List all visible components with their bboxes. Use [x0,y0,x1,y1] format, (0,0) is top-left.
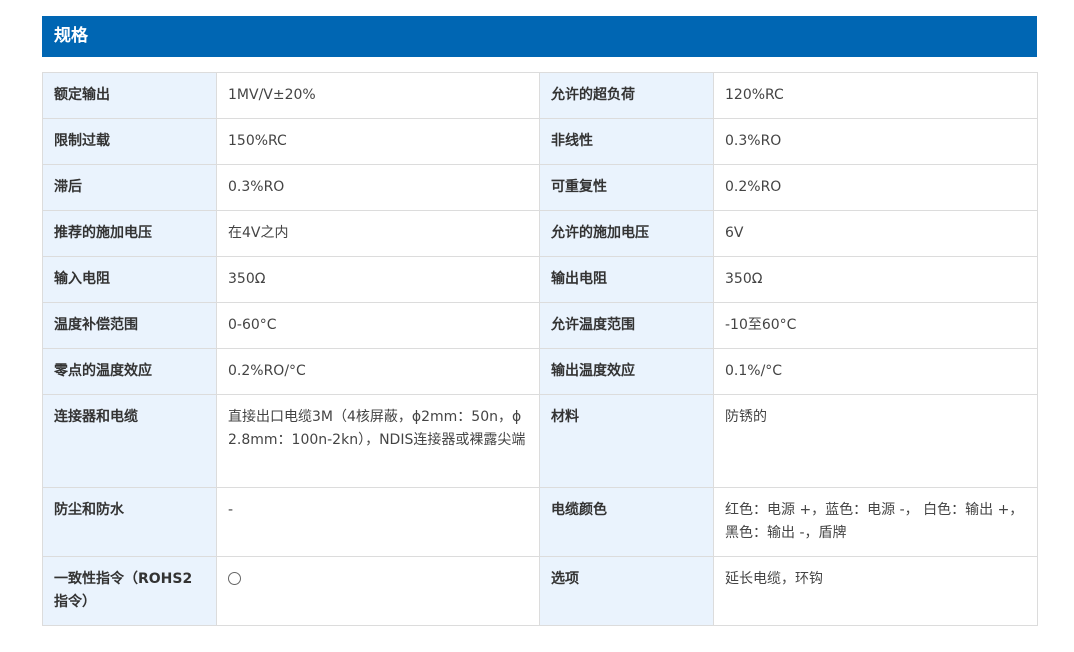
spec-key: 连接器和电缆 [42,394,217,488]
spec-value: 0.3%RO [216,164,540,211]
spec-table: 额定输出 1MV/V±20% 允许的超负荷 120%RC 限制过载 150%RC… [42,72,1038,626]
spec-value: 350Ω [216,256,540,303]
spec-key: 可重复性 [539,164,714,211]
spec-value: 120%RC [713,72,1038,119]
table-row: 零点的温度效应 0.2%RO/°C 输出温度效应 0.1%/°C [42,348,1038,395]
spec-value: 350Ω [713,256,1038,303]
table-row: 额定输出 1MV/V±20% 允许的超负荷 120%RC [42,72,1038,119]
spec-key: 滞后 [42,164,217,211]
spec-value: 6V [713,210,1038,257]
spec-key: 防尘和防水 [42,487,217,557]
spec-value: 150%RC [216,118,540,165]
table-row: 限制过载 150%RC 非线性 0.3%RO [42,118,1038,165]
spec-key: 输入电阻 [42,256,217,303]
spec-key: 输出温度效应 [539,348,714,395]
spec-key: 额定输出 [42,72,217,119]
spec-key: 非线性 [539,118,714,165]
table-row: 推荐的施加电压 在4V之内 允许的施加电压 6V [42,210,1038,257]
spec-value: 1MV/V±20% [216,72,540,119]
table-row: 防尘和防水 - 电缆颜色 红色：电源 +，蓝色：电源 -， 白色：输出 +，黑色… [42,487,1038,557]
table-row: 连接器和电缆 直接出口电缆3M（4核屏蔽，ϕ2mm：50n，ϕ2.8mm：100… [42,394,1038,488]
spec-key: 允许的施加电压 [539,210,714,257]
section-title: 规格 [54,26,88,46]
spec-key: 输出电阻 [539,256,714,303]
spec-value: -10至60°C [713,302,1038,349]
section-header: 规格 [42,16,1037,57]
table-row: 输入电阻 350Ω 输出电阻 350Ω [42,256,1038,303]
spec-key: 选项 [539,556,714,626]
table-row: 一致性指令（ROHS2指令） 选项 延长电缆，环钩 [42,556,1038,626]
spec-key: 允许温度范围 [539,302,714,349]
spec-value: 0-60°C [216,302,540,349]
spec-key: 推荐的施加电压 [42,210,217,257]
spec-key: 限制过载 [42,118,217,165]
spec-value: 防锈的 [713,394,1038,488]
spec-key: 零点的温度效应 [42,348,217,395]
spec-value: 0.1%/°C [713,348,1038,395]
spec-key: 允许的超负荷 [539,72,714,119]
circle-icon [228,571,241,585]
spec-value [216,556,540,626]
spec-value: - [216,487,540,557]
spec-key: 电缆颜色 [539,487,714,557]
spec-value: 0.2%RO [713,164,1038,211]
table-row: 温度补偿范围 0-60°C 允许温度范围 -10至60°C [42,302,1038,349]
spec-value: 0.3%RO [713,118,1038,165]
table-row: 滞后 0.3%RO 可重复性 0.2%RO [42,164,1038,211]
spec-key: 一致性指令（ROHS2指令） [42,556,217,626]
spec-value: 红色：电源 +，蓝色：电源 -， 白色：输出 +，黑色：输出 -，盾牌 [713,487,1038,557]
spec-value: 延长电缆，环钩 [713,556,1038,626]
spec-key: 温度补偿范围 [42,302,217,349]
spec-value: 0.2%RO/°C [216,348,540,395]
spec-value: 直接出口电缆3M（4核屏蔽，ϕ2mm：50n，ϕ2.8mm：100n-2kn），… [216,394,540,488]
spec-value: 在4V之内 [216,210,540,257]
spec-key: 材料 [539,394,714,488]
spec-section: 规格 额定输出 1MV/V±20% 允许的超负荷 120%RC 限制过载 150… [42,16,1038,626]
